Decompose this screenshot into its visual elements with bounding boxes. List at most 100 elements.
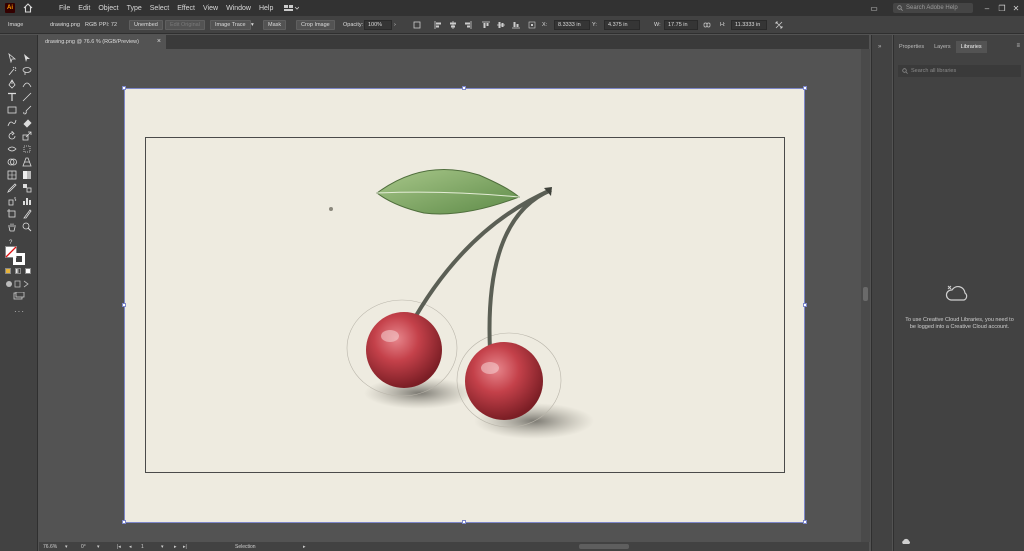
handle-bottom-right[interactable] [803,520,807,524]
rectangle-tool-icon[interactable] [7,105,17,115]
align-to-icon[interactable] [413,21,421,29]
magic-wand-tool-icon[interactable] [7,66,17,76]
blend-tool-icon[interactable] [22,183,32,193]
eyedropper-tool-icon[interactable] [7,183,17,193]
unembed-button[interactable]: Unembed [129,20,163,30]
fill-stroke-swatches[interactable] [5,246,27,266]
lasso-tool-icon[interactable] [22,66,32,76]
menu-help[interactable]: Help [255,5,277,12]
panel-menu-icon[interactable]: ≡ [1016,43,1020,49]
close-tab-icon[interactable]: × [157,38,161,45]
color-mode-button[interactable] [5,268,11,274]
handle-top-left[interactable] [122,86,126,90]
pen-tool-icon[interactable] [7,79,17,89]
tab-layers[interactable]: Layers [929,41,956,53]
vertical-scrollbar[interactable] [861,49,870,542]
direct-selection-tool-icon[interactable] [22,53,32,63]
artboard-tool-icon[interactable] [7,209,17,219]
edit-original-button[interactable]: Edit Original [165,20,205,30]
document-tab[interactable]: drawing.png @ 76.6 % (RGB/Preview) × [39,35,166,49]
scale-tool-icon[interactable] [22,131,32,141]
rotation-dropdown-icon[interactable]: ▾ [97,543,100,550]
shape-builder-tool-icon[interactable] [7,157,17,167]
drawing-mode-icons[interactable] [5,280,29,288]
arrange-documents-icon[interactable]: ▭ [868,2,880,14]
library-search-input[interactable]: Search all libraries [898,65,1021,77]
linked-filename[interactable]: drawing.png [50,20,80,30]
curvature-tool-icon[interactable] [22,79,32,89]
menu-window[interactable]: Window [222,5,255,12]
align-center-icon[interactable] [449,21,457,29]
edit-toolbar-icon[interactable]: ··· [14,307,25,316]
x-field[interactable]: 8.3333 in [554,20,590,30]
opacity-field[interactable]: 100% [364,20,392,30]
line-segment-tool-icon[interactable] [22,92,32,102]
menu-effect[interactable]: Effect [173,5,199,12]
slice-tool-icon[interactable] [22,209,32,219]
image-trace-button[interactable]: Image Trace [210,20,251,30]
align-left-icon[interactable] [434,21,442,29]
h-field[interactable]: 11.3333 in [731,20,767,30]
selection-tool-icon[interactable] [7,53,17,63]
vertical-scroll-thumb[interactable] [863,287,868,301]
screen-mode-icon[interactable] [13,292,25,300]
reference-point-icon[interactable] [528,21,536,29]
transform-icon[interactable] [775,21,783,29]
workspace-switcher-icon[interactable] [283,3,300,13]
home-icon[interactable] [23,3,33,13]
cloud-sync-icon[interactable] [901,538,911,545]
mask-button[interactable]: Mask [263,20,287,30]
align-bottom-icon[interactable] [512,21,520,29]
zoom-level[interactable]: 76.6% [43,543,57,550]
align-top-icon[interactable] [482,21,490,29]
rotation-value[interactable]: 0° [81,543,86,550]
width-tool-icon[interactable] [7,144,17,154]
search-help-input[interactable]: Search Adobe Help [893,3,973,13]
shaper-tool-icon[interactable] [7,118,17,128]
menu-object[interactable]: Object [94,5,122,12]
menu-view[interactable]: View [199,5,222,12]
close-icon[interactable]: ✕ [1010,2,1022,14]
opacity-dropdown-icon[interactable]: › [394,20,396,30]
minimize-icon[interactable]: – [981,2,993,14]
crop-image-button[interactable]: Crop Image [296,20,335,30]
collapse-panels-icon[interactable]: » [878,44,881,50]
horizontal-scroll-thumb[interactable] [579,544,629,549]
y-field[interactable]: 4.375 in [604,20,640,30]
tab-properties[interactable]: Properties [894,41,929,53]
w-field[interactable]: 17.75 in [664,20,698,30]
zoom-dropdown-icon[interactable]: ▾ [65,543,68,550]
artboard-number[interactable]: 1 [141,543,144,550]
align-middle-icon[interactable] [497,21,505,29]
eraser-tool-icon[interactable] [22,118,32,128]
menu-edit[interactable]: Edit [74,5,94,12]
handle-middle-left[interactable] [122,303,126,307]
zoom-tool-icon[interactable] [22,222,32,232]
constrain-proportions-icon[interactable] [703,21,711,29]
handle-bottom-left[interactable] [122,520,126,524]
align-right-icon[interactable] [464,21,472,29]
previous-artboard-icon[interactable]: ◂ [129,543,132,550]
mesh-tool-icon[interactable] [7,170,17,180]
last-artboard-icon[interactable]: ▸| [183,543,187,550]
symbol-sprayer-tool-icon[interactable] [7,196,17,206]
rotate-tool-icon[interactable] [7,131,17,141]
next-artboard-icon[interactable]: ▸ [174,543,177,550]
none-mode-button[interactable] [25,268,31,274]
gradient-mode-button[interactable] [15,268,21,274]
handle-top-right[interactable] [803,86,807,90]
free-transform-tool-icon[interactable] [22,144,32,154]
handle-bottom-center[interactable] [462,520,466,524]
paintbrush-tool-icon[interactable] [22,105,32,115]
image-trace-dropdown-icon[interactable]: ▾ [251,20,254,30]
menu-type[interactable]: Type [123,5,146,12]
menu-file[interactable]: File [55,5,74,12]
column-graph-tool-icon[interactable] [22,196,32,206]
gradient-tool-icon[interactable] [22,170,32,180]
first-artboard-icon[interactable]: |◂ [117,543,121,550]
tab-libraries[interactable]: Libraries [955,41,987,53]
perspective-grid-tool-icon[interactable] [22,157,32,167]
artboard-dropdown-icon[interactable]: ▾ [161,543,164,550]
handle-middle-right[interactable] [803,303,807,307]
type-tool-icon[interactable] [7,92,17,102]
